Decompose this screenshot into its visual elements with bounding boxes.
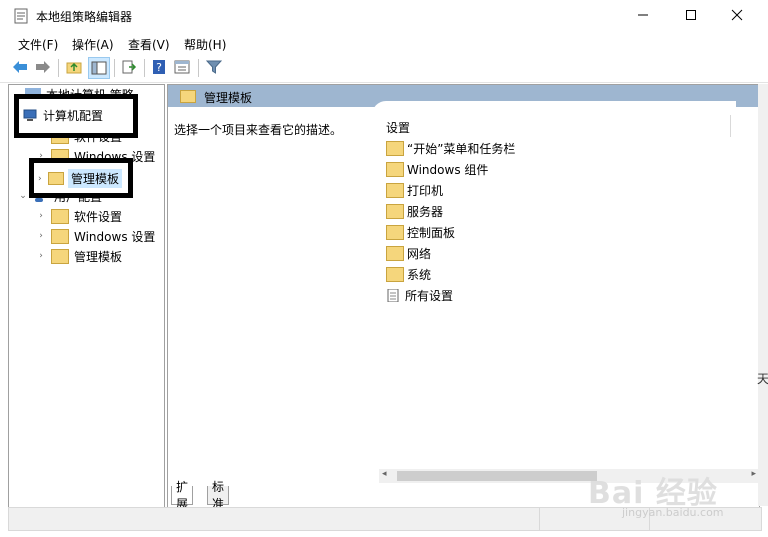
folder-icon bbox=[386, 245, 404, 261]
window-title: 本地组策略编辑器 bbox=[36, 10, 133, 24]
annotation-label: 计算机配置 bbox=[43, 109, 104, 123]
folder-icon bbox=[180, 90, 196, 103]
description-text: 选择一个项目来查看它的描述。 bbox=[174, 123, 343, 137]
tree-item-label: 管理模板 bbox=[74, 249, 123, 264]
svg-text:?: ? bbox=[156, 61, 162, 74]
toolbar: ? bbox=[0, 54, 768, 83]
list-item[interactable]: 控制面板 bbox=[386, 223, 455, 241]
folder-icon bbox=[386, 203, 404, 219]
tree-item-user-software-settings[interactable]: › 软件设置 bbox=[35, 207, 122, 225]
title-bar: 本地组策略编辑器 bbox=[0, 0, 768, 32]
all-settings-icon bbox=[387, 288, 399, 302]
details-pane: 管理模板 选择一个项目来查看它的描述。 设置 “开始”菜单和任务栏 Window… bbox=[167, 84, 760, 508]
scrollbar-thumb[interactable] bbox=[397, 471, 597, 481]
properties-button[interactable] bbox=[172, 57, 192, 77]
list-item[interactable]: 打印机 bbox=[386, 181, 443, 199]
help-button[interactable]: ? bbox=[149, 57, 169, 77]
export-list-button[interactable] bbox=[119, 57, 139, 77]
folder-icon bbox=[386, 140, 404, 156]
minimize-icon bbox=[638, 14, 648, 16]
show-hide-tree-button[interactable] bbox=[88, 57, 110, 79]
window-edge bbox=[758, 84, 768, 506]
computer-icon bbox=[23, 109, 37, 121]
help-icon: ? bbox=[153, 60, 165, 74]
properties-icon bbox=[174, 60, 190, 74]
list-item[interactable]: 网络 bbox=[386, 244, 431, 262]
menu-help[interactable]: 帮助(H) bbox=[184, 36, 226, 53]
close-icon bbox=[731, 9, 743, 21]
close-button[interactable] bbox=[714, 0, 760, 30]
policy-editor-icon bbox=[14, 8, 28, 24]
scroll-left-icon[interactable]: ◂ bbox=[382, 469, 387, 479]
up-folder-button[interactable] bbox=[64, 57, 84, 77]
tree-item-user-windows-settings[interactable]: › Windows 设置 bbox=[35, 227, 155, 245]
edge-text-fragment: 天 bbox=[757, 372, 768, 386]
chevron-right-icon[interactable]: › bbox=[35, 230, 47, 242]
tree-pane: 本地计算机 策略 ⌄ 计算机配置 › 软件设置 › Windows 设置 › 管… bbox=[8, 84, 165, 530]
folder-icon bbox=[386, 266, 404, 282]
watermark-url: jingyan.baidu.com bbox=[622, 506, 724, 519]
arrow-left-icon bbox=[13, 61, 27, 73]
minimize-button[interactable] bbox=[620, 0, 666, 30]
tree-item-label: 软件设置 bbox=[74, 209, 123, 224]
folder-up-icon bbox=[66, 62, 82, 74]
folder-icon bbox=[48, 172, 64, 185]
chevron-right-icon[interactable]: › bbox=[35, 210, 47, 222]
back-button[interactable] bbox=[10, 57, 30, 77]
list-item[interactable]: Windows 组件 bbox=[386, 160, 488, 178]
chevron-right-icon[interactable]: › bbox=[35, 250, 47, 262]
export-icon bbox=[122, 60, 137, 74]
annotation-box-admin-templates: › 管理模板 bbox=[29, 158, 133, 198]
folder-icon bbox=[51, 248, 69, 264]
forward-button[interactable] bbox=[33, 57, 53, 77]
chevron-right-icon: › bbox=[38, 173, 42, 184]
annotation-box-computer-config: 计算机配置 bbox=[14, 94, 138, 138]
chevron-down-icon[interactable]: ⌄ bbox=[17, 190, 29, 202]
list-item[interactable]: 系统 bbox=[386, 265, 431, 283]
tree-item-label: Windows 设置 bbox=[74, 229, 156, 244]
tab-extended[interactable]: 扩展 bbox=[171, 480, 194, 511]
column-header-setting[interactable]: 设置 bbox=[386, 119, 410, 136]
folder-icon bbox=[51, 208, 69, 224]
details-title: 管理模板 bbox=[204, 91, 253, 105]
annotation-label: 管理模板 bbox=[68, 169, 123, 188]
folder-icon bbox=[386, 161, 404, 177]
list-item[interactable]: “开始”菜单和任务栏 bbox=[386, 139, 515, 157]
scroll-right-icon[interactable]: ▸ bbox=[751, 469, 756, 479]
tree-pane-icon bbox=[91, 61, 107, 75]
tab-standard[interactable]: 标准 bbox=[207, 480, 230, 511]
list-item[interactable]: 服务器 bbox=[386, 202, 443, 220]
menu-bar: 文件(F) 操作(A) 查看(V) 帮助(H) bbox=[0, 32, 768, 54]
filter-button[interactable] bbox=[204, 57, 224, 77]
folder-icon bbox=[386, 182, 404, 198]
arrow-right-icon bbox=[36, 61, 50, 73]
folder-icon bbox=[51, 228, 69, 244]
menu-view[interactable]: 查看(V) bbox=[128, 36, 170, 53]
list-item[interactable]: 所有设置 bbox=[386, 286, 453, 304]
maximize-button[interactable] bbox=[668, 0, 714, 30]
menu-file[interactable]: 文件(F) bbox=[18, 36, 58, 53]
filter-icon bbox=[206, 60, 222, 74]
menu-action[interactable]: 操作(A) bbox=[72, 36, 114, 53]
folder-icon bbox=[386, 224, 404, 240]
tree-item-user-admin-templates[interactable]: › 管理模板 bbox=[35, 247, 122, 265]
settings-list: 设置 “开始”菜单和任务栏 Windows 组件 打印机 服务器 控制面板 网络 bbox=[372, 101, 736, 503]
maximize-icon bbox=[686, 10, 696, 20]
